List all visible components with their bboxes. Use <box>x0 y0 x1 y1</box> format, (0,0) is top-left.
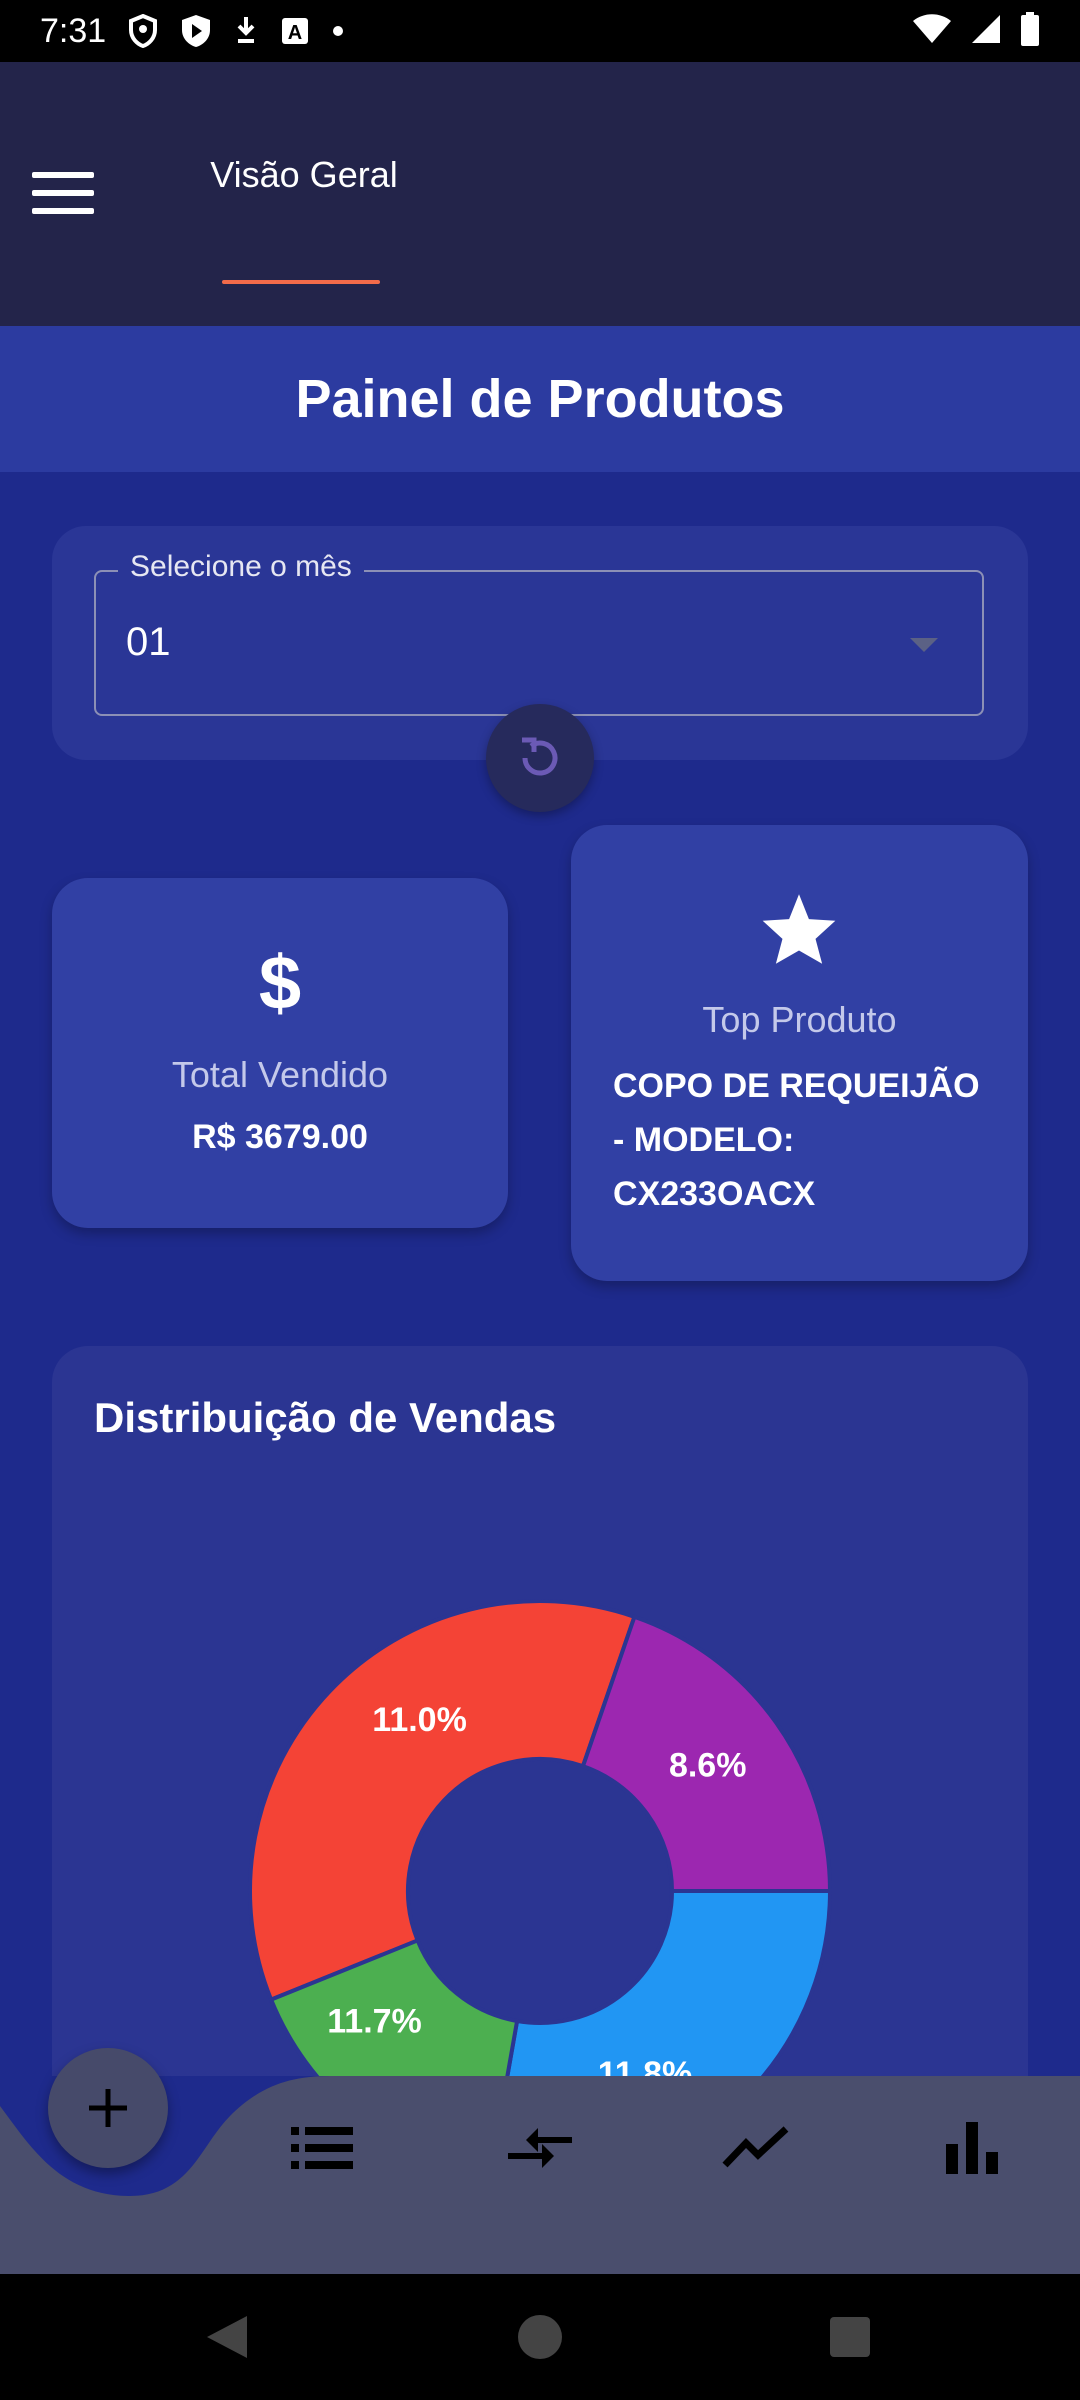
hamburger-menu-icon[interactable] <box>32 172 94 222</box>
tab-label: Visão Geral <box>210 154 398 195</box>
download-icon <box>234 15 258 47</box>
add-icon <box>89 2089 127 2127</box>
nav-bar-chart-button[interactable] <box>932 2108 1012 2188</box>
nav-trending-button[interactable] <box>716 2108 796 2188</box>
donut-chart: 11.0% 8.6% 11.8% 11.7% <box>248 1599 833 2076</box>
recents-icon[interactable] <box>828 2315 872 2359</box>
slice-label: 11.8% <box>598 2055 693 2076</box>
title-bar: Painel de Produtos <box>0 326 1080 472</box>
refresh-button[interactable] <box>486 704 594 812</box>
nav-list-button[interactable] <box>283 2108 363 2188</box>
top-product-label: Top Produto <box>702 999 897 1040</box>
play-protect-icon <box>180 14 212 48</box>
page-title: Painel de Produtos <box>295 369 785 429</box>
top-product-name: COPO DE REQUEIJÃO - MODELO: CX233OACX <box>613 1067 980 1213</box>
bar-chart-icon <box>946 2122 998 2174</box>
month-dropdown-value: 01 <box>126 620 171 664</box>
add-button[interactable] <box>48 2048 168 2168</box>
total-sold-value: R$ 3679.00 <box>192 1118 368 1156</box>
month-dropdown-label: Selecione o mês <box>118 550 364 584</box>
slice-label: 8.6% <box>669 1747 747 1785</box>
total-sold-label: Total Vendido <box>171 1054 389 1095</box>
tab-indicator <box>222 280 380 284</box>
app-bar: Visão Geral <box>0 62 1080 326</box>
keyboard-icon: A <box>280 16 310 46</box>
refresh-icon <box>522 737 558 776</box>
home-icon[interactable] <box>515 2312 565 2362</box>
total-sold-card: $ Total Vendido R$ 3679.00 <box>52 878 508 1228</box>
list-icon <box>291 2127 353 2169</box>
slice-label: 11.0% <box>372 1701 467 1739</box>
month-dropdown[interactable]: Selecione o mês 01 <box>94 550 984 716</box>
donut-slice <box>505 1889 833 2076</box>
shield-icon <box>128 14 158 48</box>
status-time: 7:31 <box>40 11 107 50</box>
status-left: 7:31 A <box>40 12 344 51</box>
svg-text:A: A <box>288 22 302 44</box>
slice-label: 11.7% <box>327 2002 422 2040</box>
wifi-icon <box>912 13 952 50</box>
dropdown-arrow-icon[interactable] <box>910 638 938 652</box>
status-right <box>912 11 1040 51</box>
compare-arrows-icon <box>508 2128 572 2168</box>
tab-visao-geral[interactable]: Visão Geral <box>205 154 403 284</box>
system-navigation <box>0 2274 1080 2400</box>
battery-icon <box>1020 11 1040 51</box>
dollar-icon: $ <box>258 941 302 1026</box>
status-bar: 7:31 A <box>0 0 1080 62</box>
top-product-card: Top Produto COPO DE REQUEIJÃO - MODELO: … <box>571 825 1028 1281</box>
trending-icon <box>722 2126 789 2168</box>
signal-icon <box>970 13 1002 50</box>
dot-icon <box>332 25 344 37</box>
donut-slice <box>248 1599 637 2003</box>
nav-compare-button[interactable] <box>500 2108 580 2188</box>
back-icon[interactable] <box>203 2312 253 2362</box>
star-icon <box>762 894 836 964</box>
